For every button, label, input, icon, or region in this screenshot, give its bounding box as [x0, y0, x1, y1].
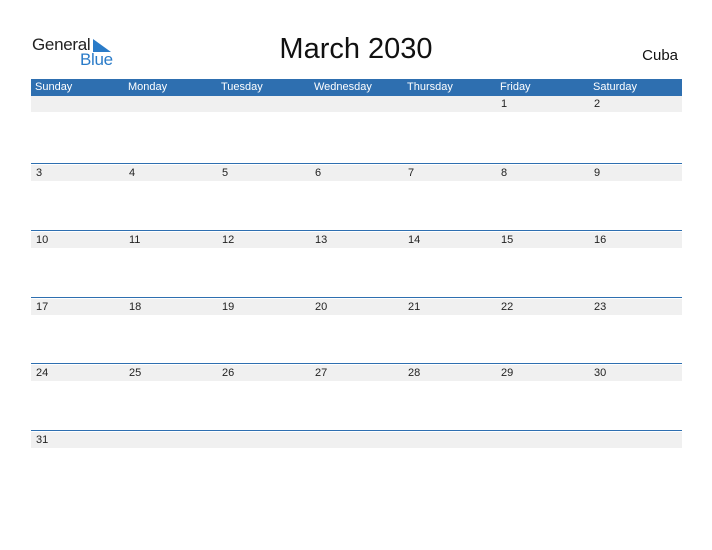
- day-cell: 13: [315, 234, 328, 246]
- day-cell: [403, 432, 496, 448]
- day-cell: 19: [222, 301, 235, 313]
- week-row: 3 4 5 6 7 8 9: [31, 163, 682, 231]
- day-cell: 7: [408, 167, 415, 179]
- day-cell: 22: [501, 301, 514, 313]
- day-cell: [124, 96, 217, 112]
- weekday-header: Sunday Monday Tuesday Wednesday Thursday…: [31, 79, 682, 96]
- weekday-wednesday: Wednesday: [314, 81, 372, 93]
- weekday-saturday: Saturday: [593, 81, 638, 93]
- day-cell: 12: [222, 234, 235, 246]
- week-row: 12: [31, 96, 682, 163]
- day-cell: 30: [594, 367, 607, 379]
- date-strip: 12: [31, 96, 682, 112]
- weekday-monday: Monday: [128, 81, 168, 93]
- day-cell: 28: [408, 367, 421, 379]
- day-cell: 20: [315, 301, 328, 313]
- day-cell: 25: [129, 367, 142, 379]
- day-cell: 21: [408, 301, 421, 313]
- weekday-tuesday: Tuesday: [221, 81, 263, 93]
- day-cell: 17: [36, 301, 49, 313]
- day-cell: 18: [129, 301, 142, 313]
- date-strip: 31: [31, 432, 682, 448]
- day-cell: [124, 432, 217, 448]
- day-cell: [310, 432, 403, 448]
- day-cell: 5: [222, 167, 229, 179]
- day-cell: 27: [315, 367, 328, 379]
- day-cell: 9: [594, 167, 601, 179]
- day-cell: 16: [594, 234, 607, 246]
- day-cell: [217, 96, 310, 112]
- day-cell: 26: [222, 367, 235, 379]
- weekday-friday: Friday: [500, 81, 531, 93]
- day-cell: 3: [36, 167, 43, 179]
- day-cell: [589, 432, 682, 448]
- day-cell: 15: [501, 234, 514, 246]
- day-cell: [310, 96, 403, 112]
- day-cell: [403, 96, 496, 112]
- day-cell: 29: [501, 367, 514, 379]
- day-cell: 14: [408, 234, 421, 246]
- day-cell: 23: [594, 301, 607, 313]
- week-row: 10 11 12 13 14 15 16: [31, 230, 682, 298]
- page-title: March 2030: [279, 33, 433, 65]
- day-cell: [217, 432, 310, 448]
- weekday-sunday: Sunday: [35, 81, 73, 93]
- day-cell: 31: [36, 434, 49, 446]
- weekday-thursday: Thursday: [407, 81, 453, 93]
- day-cell: 6: [315, 167, 322, 179]
- date-strip: 24 25 26 27 28 29 30: [31, 365, 682, 381]
- day-cell: 11: [129, 234, 141, 246]
- country-label: Cuba: [642, 47, 678, 64]
- week-row: 31: [31, 430, 682, 498]
- day-cell: [496, 432, 589, 448]
- day-cell: 4: [129, 167, 136, 179]
- day-cell: 2: [594, 98, 601, 110]
- day-cell: 1: [501, 98, 508, 110]
- date-strip: 10 11 12 13 14 15 16: [31, 232, 682, 248]
- date-strip: 17 18 19 20 21 22 23: [31, 299, 682, 315]
- week-row: 17 18 19 20 21 22 23: [31, 297, 682, 365]
- week-row: 24 25 26 27 28 29 30: [31, 363, 682, 431]
- day-cell: 10: [36, 234, 49, 246]
- day-cell: 8: [501, 167, 508, 179]
- day-cell: 24: [36, 367, 49, 379]
- date-strip: 3 4 5 6 7 8 9: [31, 165, 682, 181]
- day-cell: [31, 96, 124, 112]
